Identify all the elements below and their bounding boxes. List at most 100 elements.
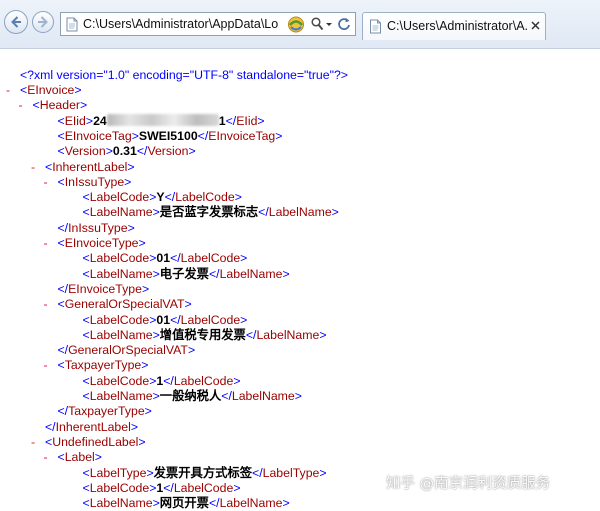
element-value: 发票开具方式标签 <box>153 465 253 480</box>
tag-bracket: > <box>152 266 160 281</box>
page-icon <box>370 19 381 34</box>
tag-name: LabelName <box>89 205 153 220</box>
tag-bracket: > <box>234 190 242 205</box>
tag-bracket: </ <box>57 281 69 296</box>
redacted-value <box>106 113 219 126</box>
tag-name: InIssuType <box>68 220 128 235</box>
tag-bracket: > <box>319 465 327 480</box>
tag-bracket: > <box>152 327 160 342</box>
tag-bracket: > <box>152 389 160 403</box>
tag-name: Version <box>64 144 106 159</box>
tag-name: UndefinedLabel <box>52 434 139 449</box>
tag-bracket: > <box>127 159 135 174</box>
tag-name: EInvoiceTag <box>208 128 276 143</box>
element-value: 1 <box>218 113 226 128</box>
page-icon <box>66 17 78 32</box>
close-icon[interactable] <box>530 20 541 31</box>
tag-bracket: < <box>82 251 90 266</box>
xml-line[interactable]: - <InherentLabel> <box>31 159 135 175</box>
tag-bracket: < <box>32 98 40 113</box>
tag-name: LabelCode <box>175 190 235 205</box>
tag-name: LabelCode <box>173 480 234 495</box>
forward-button[interactable] <box>32 11 54 33</box>
xml-line: <LabelName>是否蓝字发票标志</LabelName> <box>83 205 339 220</box>
tag-bracket: < <box>57 297 65 312</box>
collapse-toggle[interactable]: - <box>44 450 48 465</box>
collapse-toggle[interactable]: - <box>19 98 23 113</box>
tag-name: LabelName <box>268 205 332 220</box>
xml-line: </EInvoiceType> <box>58 282 150 297</box>
compat-view-icon[interactable] <box>287 16 305 33</box>
tag-bracket: < <box>82 205 90 220</box>
xml-declaration: <?xml version="1.0" encoding="UTF-8" sta… <box>20 68 348 82</box>
tag-name: EIid <box>64 113 86 128</box>
collapse-toggle[interactable]: - <box>44 236 48 251</box>
tag-bracket: > <box>94 450 102 465</box>
search-icon[interactable] <box>311 17 324 31</box>
tag-bracket: </ <box>163 480 174 495</box>
tag-bracket: > <box>80 98 88 113</box>
tag-bracket: </ <box>225 113 237 128</box>
tag-name: InIssuType <box>64 174 125 189</box>
tag-bracket: </ <box>170 312 181 327</box>
xml-line: <LabelCode>01</LabelCode> <box>83 251 248 266</box>
xml-view: <?xml version="1.0" encoding="UTF-8" sta… <box>0 49 600 511</box>
new-tab-area[interactable] <box>548 14 596 38</box>
xml-line[interactable]: - <EInvoiceType> <box>44 236 146 251</box>
xml-line: <LabelName>网页开票</LabelName> <box>83 496 290 511</box>
tag-bracket: > <box>294 389 302 403</box>
tag-bracket: > <box>282 266 290 281</box>
element-value: 电子发票 <box>159 266 209 281</box>
collapse-toggle[interactable]: - <box>44 175 48 190</box>
refresh-icon[interactable] <box>337 16 351 32</box>
dropdown-icon[interactable] <box>325 17 333 31</box>
element-value: SWEI5100 <box>138 128 198 143</box>
tag-name: EInvoiceTag <box>64 128 132 143</box>
xml-line[interactable]: - <GeneralOrSpecialVAT> <box>44 297 192 312</box>
xml-line[interactable]: - <UndefinedLabel> <box>31 434 146 450</box>
tag-bracket: > <box>233 480 241 495</box>
xml-line[interactable]: - <Label> <box>44 450 102 465</box>
tag-bracket: < <box>82 266 90 281</box>
collapse-toggle[interactable]: - <box>31 160 35 175</box>
tag-bracket: </ <box>45 419 56 434</box>
address-text[interactable]: C:\Users\Administrator\AppData\Lo <box>83 13 281 35</box>
tag-name: LabelCode <box>173 373 234 388</box>
browser-toolbar: C:\Users\Administrator\AppData\Lo C:\Use… <box>0 0 600 49</box>
xml-line[interactable]: - <InIssuType> <box>44 174 132 190</box>
tag-bracket: < <box>82 389 90 403</box>
collapse-toggle[interactable]: - <box>31 435 35 450</box>
collapse-toggle[interactable]: - <box>44 358 48 373</box>
back-button[interactable] <box>4 10 28 34</box>
tag-bracket: < <box>57 174 65 189</box>
tag-name: LabelName <box>89 266 153 281</box>
collapse-toggle[interactable]: - <box>44 297 48 312</box>
tag-name: LabelName <box>231 389 295 403</box>
xml-line: <LabelCode>1</LabelCode> <box>83 481 241 496</box>
tag-bracket: </ <box>57 220 69 235</box>
tag-bracket: > <box>240 251 248 266</box>
xml-line[interactable]: - <Header> <box>19 98 88 113</box>
xml-line: </InherentLabel> <box>45 420 138 435</box>
address-bar[interactable]: C:\Users\Administrator\AppData\Lo <box>60 12 356 36</box>
tag-bracket: > <box>233 373 241 388</box>
tag-bracket: </ <box>163 373 174 388</box>
tag-name: Header <box>39 98 81 113</box>
collapse-toggle[interactable]: - <box>6 83 10 98</box>
tag-name: EInvoice <box>27 83 75 97</box>
tag-bracket: < <box>82 327 90 342</box>
tag-bracket: </ <box>221 389 232 403</box>
tag-bracket: </ <box>245 327 257 342</box>
tag-name: GeneralOrSpecialVAT <box>64 297 185 312</box>
element-value: 增值税专用发票 <box>159 327 246 342</box>
xml-line: </GeneralOrSpecialVAT> <box>58 343 196 358</box>
tag-name: GeneralOrSpecialVAT <box>68 343 188 358</box>
tab-current[interactable]: C:\Users\Administrator\A... <box>362 12 546 40</box>
tag-bracket: </ <box>258 205 269 220</box>
back-icon <box>11 16 21 28</box>
xml-line[interactable]: - <TaxpayerType> <box>44 358 149 373</box>
tag-name: LabelType <box>262 465 320 480</box>
xml-line: <LabelCode>01</LabelCode> <box>83 313 248 328</box>
xml-line[interactable]: - <EInvoice> <box>6 83 82 98</box>
tag-bracket: > <box>257 113 265 128</box>
